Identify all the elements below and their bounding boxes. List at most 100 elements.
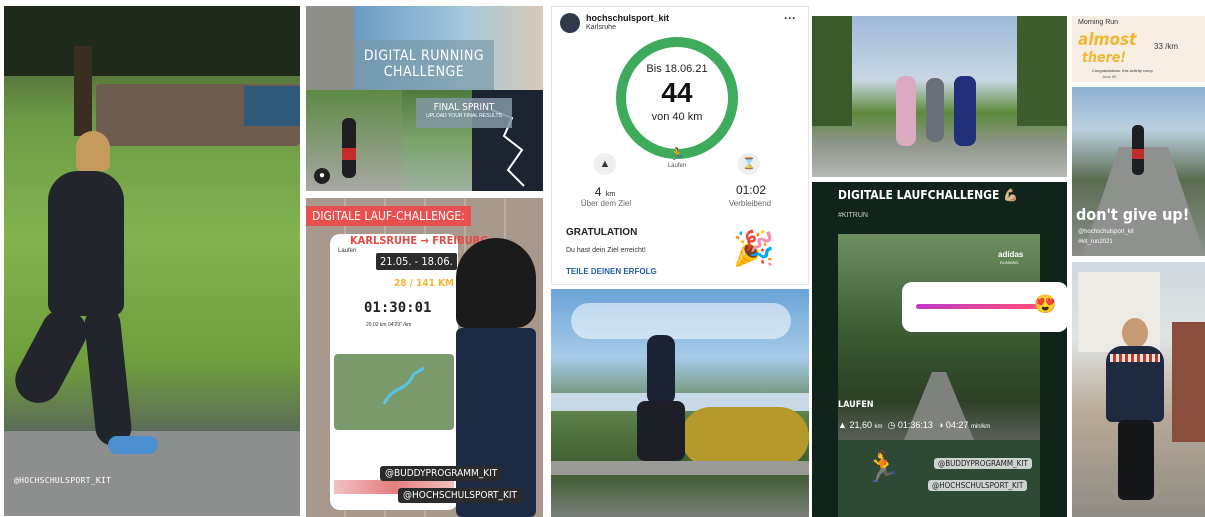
hourglass-icon: ⌛ [738, 153, 760, 175]
pace-icon: ◑ [937, 420, 944, 430]
tree-foliage [4, 6, 300, 76]
more-options-icon[interactable]: ··· [784, 11, 796, 25]
pace-value: 33 /km [1154, 42, 1179, 51]
activity-type: LAUFEN [838, 400, 874, 410]
challenge-title-line1: DIGITAL RUNNING [363, 48, 485, 64]
runner-legs [637, 401, 685, 461]
runner-blue [954, 76, 976, 146]
runner-pink [896, 76, 916, 146]
activity-label: Laufen [667, 163, 687, 169]
run-stats: 20,02 km 04'29" /km [366, 322, 412, 328]
almost-text: almost [1078, 30, 1137, 50]
profile-avatar-icon: ● [314, 168, 330, 184]
remaining-value: 01:02 [735, 183, 767, 197]
congrats-title: GRATULATION [566, 227, 638, 238]
runner-torso [647, 335, 675, 405]
final-sprint-title: FINAL SPRINT [433, 102, 495, 113]
hochschulsport-tag: @HOCHSCHULSPORT_KIT [398, 488, 523, 503]
over-goal-label: Über dem Ziel [580, 199, 632, 208]
challenge-header: DIGITALE LAUF-CHALLENGE: [306, 206, 471, 226]
goal-ring-value: 44 [661, 77, 693, 108]
adidas-logo-sub: RUNNING [1000, 260, 1019, 265]
house [1078, 272, 1160, 352]
sweater-pattern [1110, 354, 1160, 362]
trees-left [812, 16, 852, 126]
kilometer-progress: 28 / 141 KM [394, 278, 454, 289]
emoji-slider[interactable]: 😍 [902, 282, 1067, 332]
yellow-bushes [681, 407, 809, 467]
photo-runner-lake [551, 289, 809, 517]
duration-icon: ◷ [887, 420, 896, 430]
congrats-text: Du hast dein Ziel erreicht! [566, 247, 646, 254]
distance-unit: km [874, 424, 883, 430]
date-range-chip: 21.05. - 18.06. [376, 253, 457, 270]
emoji-slider-track[interactable] [916, 304, 1040, 309]
runner-shoe [108, 436, 158, 454]
buddyprogramm-tag: @BUDDYPROGRAMM_KIT [934, 458, 1032, 469]
collage-runner-shorts [342, 148, 356, 160]
distance-value: 21,60 [849, 420, 872, 430]
duration-value: 01:36:13 [897, 420, 933, 430]
runner-small-shorts [1132, 149, 1144, 159]
story-hashtag: #KITRUN [838, 212, 868, 219]
collage-photo-top-left [306, 6, 354, 90]
pace-value: 04:27 [945, 420, 969, 430]
caption-hashtag: #kit_run2021 [1078, 239, 1113, 245]
instagram-goal-post: hochschulsport_kit Karlsruhe ··· Bis 18.… [551, 6, 809, 285]
dont-give-up-caption: don't give up! [1076, 205, 1190, 224]
account-avatar[interactable] [560, 13, 580, 33]
runner-grey [926, 78, 944, 142]
activity-date: June 6K [1102, 74, 1117, 79]
hochschulsport-tag: @HOCHSCHULSPORT_KIT [928, 480, 1028, 491]
woman-legs [1118, 420, 1154, 500]
over-goal-unit: km [605, 191, 616, 198]
runner-jacket [48, 171, 124, 316]
caption-tag: @hochschulsport_kit [1078, 229, 1134, 235]
tree-trunk [74, 46, 92, 136]
adidas-run-story: DIGITALE LAUFCHALLENGE 💪🏼 #KITRUN adidas… [812, 182, 1067, 517]
road-icon: ▲ [594, 153, 616, 175]
phone-back-label: Laufen [338, 248, 357, 254]
route-icon [382, 366, 425, 405]
runner-hair [76, 131, 110, 171]
challenge-collage: DIGITAL RUNNING CHALLENGE FINAL SPRINT U… [306, 6, 543, 191]
account-name[interactable]: hochschulsport_kit [586, 13, 669, 23]
party-popper-icon: 🎉 [732, 230, 776, 268]
emoji-slider-thumb[interactable]: 😍 [1034, 294, 1056, 315]
run-time: 01:30:01 [364, 300, 432, 316]
clouds [571, 303, 791, 339]
running-activity-icon: 🏃 [669, 147, 685, 161]
account-tag: @HOCHSCHULSPORT_KIT [14, 476, 112, 485]
tarp [244, 86, 300, 126]
trees-right [1017, 16, 1067, 126]
phone-map [334, 354, 454, 430]
remaining-label: Verbleibend [728, 199, 772, 208]
final-sprint-banner: FINAL SPRINT UPLOAD YOUR FINAL RESULTS [416, 98, 512, 128]
account-location[interactable]: Karlsruhe [586, 24, 616, 31]
challenge-title-line2: CHALLENGE [383, 64, 465, 80]
goal-ring-target: von 40 km [651, 111, 703, 123]
distance-icon: ▲ [838, 420, 847, 430]
karlsruhe-freiburg-challenge: DIGITALE LAUF-CHALLENGE: Laufen KARLSRUH… [306, 198, 543, 517]
woman-head [1122, 318, 1148, 348]
photo-woman-sweater [1072, 262, 1205, 517]
runner-leg-front [82, 304, 134, 448]
route-label: KARLSRUHE → FREIBURG [350, 234, 489, 247]
adidas-logo: adidas [998, 250, 1024, 259]
story-title: DIGITALE LAUFCHALLENGE 💪🏼 [838, 188, 1019, 202]
congrats-strip: Congratulations, this activity comp [1092, 68, 1153, 73]
there-text: there! [1082, 50, 1127, 66]
runner-leg-back [7, 301, 95, 411]
runner-shoe-photo [456, 238, 536, 328]
gravel-path [551, 461, 809, 475]
buddyprogramm-tag: @BUDDYPROGRAMM_KIT [380, 466, 503, 481]
morning-run-heading: Morning Run [1078, 19, 1119, 26]
over-goal-value: 4 [594, 185, 602, 199]
challenge-title-banner: DIGITAL RUNNING CHALLENGE [354, 40, 494, 90]
share-success-link[interactable]: TEILE DEINEN ERFOLG [566, 267, 657, 276]
photo-three-runners [812, 16, 1067, 177]
goal-ring-deadline: Bis 18.06.21 [646, 63, 708, 75]
runner-figure-icon: 🏃 [864, 451, 902, 484]
pace-unit: min/km [970, 424, 991, 430]
dont-give-up-photo: don't give up! @hochschulsport_kit #kit_… [1072, 87, 1205, 256]
